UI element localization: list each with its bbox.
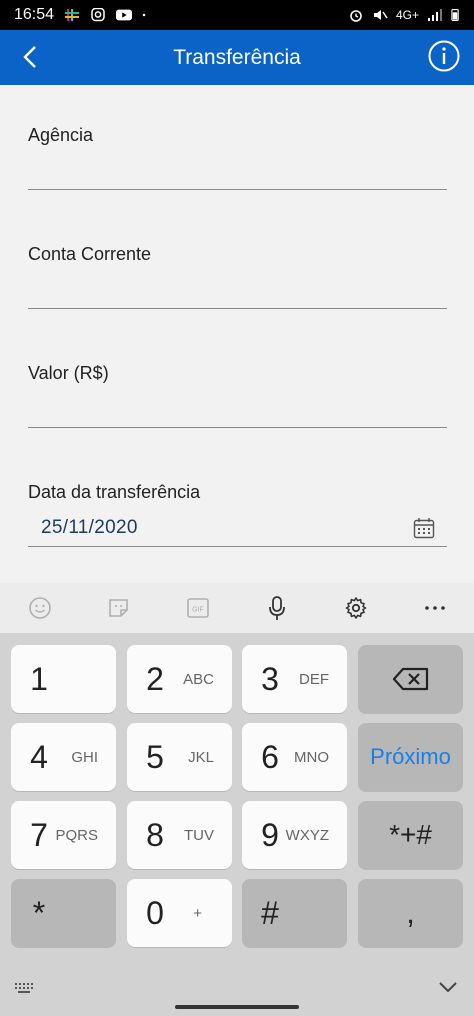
back-arrow-icon[interactable] [16, 42, 46, 72]
agencia-label: Agência [28, 125, 94, 145]
key-digit: 4 [30, 738, 48, 775]
key-2[interactable]: 2 ABC [127, 645, 232, 713]
agencia-underline [28, 189, 447, 190]
key-6[interactable]: 6 MNO [242, 723, 347, 791]
slack-icon [65, 9, 80, 21]
key-4[interactable]: 4 GHI [11, 723, 116, 791]
transfer-form: Agência Conta Corrente Valor (R$) Data d… [0, 85, 474, 583]
data-transferencia-underline [28, 546, 447, 547]
key-digit: 7 [30, 816, 48, 853]
key-digit: 2 [146, 660, 164, 697]
more-options-button[interactable] [422, 595, 448, 621]
sticker-button[interactable] [106, 595, 132, 621]
key-digit: 5 [146, 738, 164, 775]
backspace-key[interactable] [358, 645, 463, 713]
key-letters: TUV [184, 826, 214, 844]
key-1[interactable]: 1 [11, 645, 116, 713]
key-letters: ABC [183, 670, 214, 688]
key-letters: JKL [188, 748, 214, 766]
key-digit: 1 [30, 660, 48, 697]
key-digit: 8 [146, 816, 164, 853]
valor-label: Valor (R$) [28, 363, 109, 383]
key-9[interactable]: 9 WXYZ [242, 801, 347, 869]
next-key[interactable]: Próximo [358, 723, 463, 791]
key-letters: WXYZ [285, 826, 329, 844]
agencia-field[interactable]: Agência [28, 125, 447, 190]
data-transferencia-field[interactable]: Data da transferência 25/11/2020 [28, 482, 447, 547]
gif-button[interactable]: GIF [185, 595, 211, 621]
emoji-button[interactable] [27, 595, 53, 621]
microphone-icon [268, 596, 285, 620]
conta-corrente-field[interactable]: Conta Corrente [28, 244, 447, 309]
status-time: 16:54 [14, 6, 55, 23]
comma-key-label: , [406, 895, 415, 930]
gear-icon [345, 597, 366, 619]
youtube-icon [116, 9, 133, 21]
next-key-label: Próximo [370, 744, 451, 769]
key-digit: 0 [146, 894, 164, 931]
sticker-icon [108, 599, 128, 617]
conta-corrente-label: Conta Corrente [28, 244, 152, 264]
key-0[interactable]: 0 + [127, 879, 232, 947]
mute-icon [373, 10, 388, 20]
data-transferencia-value[interactable]: 25/11/2020 [41, 517, 138, 539]
more-horizontal-icon [424, 606, 445, 610]
key-letters: MNO [294, 748, 329, 766]
keyboard-toolbar: GIF [0, 583, 474, 633]
star-key[interactable]: * [11, 879, 116, 947]
data-transferencia-label: Data da transferência [28, 482, 201, 502]
key-8[interactable]: 8 TUV [127, 801, 232, 869]
gif-icon: GIF [186, 598, 209, 618]
status-bar: 16:54 4G+ [0, 0, 474, 30]
emoji-icon [28, 597, 51, 619]
hide-keyboard-icon[interactable] [438, 980, 458, 994]
key-7[interactable]: 7 PQRS [11, 801, 116, 869]
instagram-icon [91, 8, 105, 22]
battery-icon [451, 9, 459, 21]
alarm-icon [350, 10, 362, 22]
key-5[interactable]: 5 JKL [127, 723, 232, 791]
key-digit: 9 [261, 816, 279, 853]
conta-corrente-underline [28, 308, 447, 309]
app-bar: Transferência [0, 30, 474, 85]
calendar-icon[interactable] [413, 517, 435, 539]
star-key-label: * [32, 894, 46, 931]
network-type: 4G+ [395, 8, 419, 22]
page-title: Transferência [173, 45, 301, 69]
key-digit: 3 [261, 660, 279, 697]
signal-icon [428, 9, 442, 21]
hash-key[interactable]: # [242, 879, 347, 947]
keyboard-switch-icon[interactable] [14, 980, 38, 996]
key-3[interactable]: 3 DEF [242, 645, 347, 713]
voice-input-button[interactable] [264, 595, 290, 621]
key-letters: PQRS [55, 826, 98, 844]
symbols-key-label: *+# [389, 819, 432, 850]
valor-underline [28, 427, 447, 428]
gif-text: GIF [192, 607, 204, 614]
hash-key-label: # [261, 894, 279, 931]
symbols-key[interactable]: *+# [358, 801, 463, 869]
key-letters: + [193, 904, 202, 922]
notification-dot-icon [142, 13, 146, 17]
key-letters: GHI [71, 748, 98, 766]
settings-button[interactable] [343, 595, 369, 621]
comma-key[interactable]: , [358, 879, 463, 947]
gesture-navigation-bar[interactable] [175, 1005, 299, 1009]
backspace-icon [392, 667, 428, 691]
valor-field[interactable]: Valor (R$) [28, 363, 447, 428]
info-icon[interactable] [428, 40, 460, 72]
key-digit: 6 [261, 738, 279, 775]
key-letters: DEF [299, 670, 329, 688]
numeric-keyboard: 1 2 ABC 3 DEF 4 GHI 5 JKL 6 MNO Próximo … [0, 633, 474, 1016]
